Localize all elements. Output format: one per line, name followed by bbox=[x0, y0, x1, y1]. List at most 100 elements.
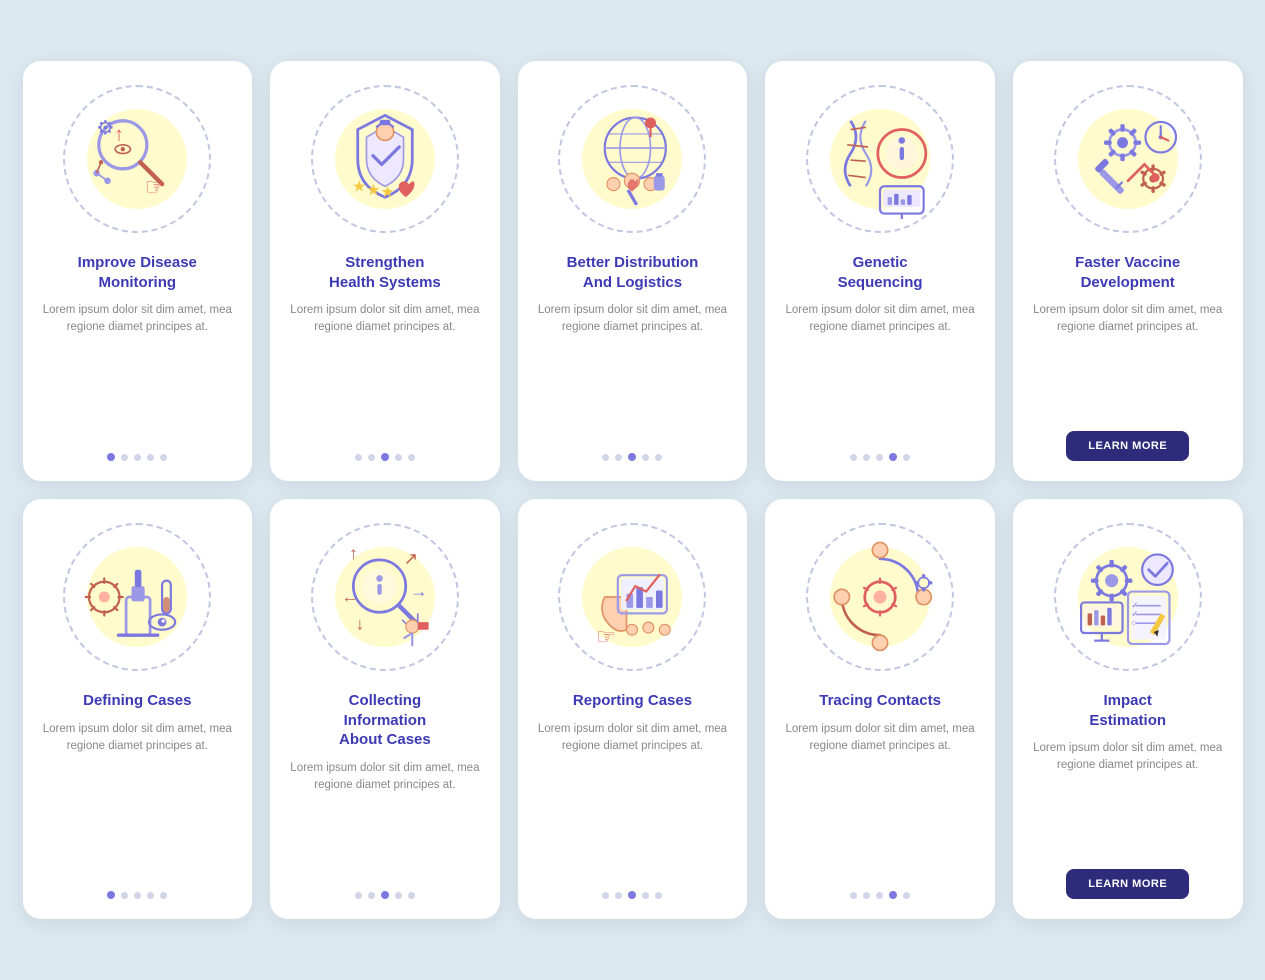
card-strengthen-health: ★ ★ ★ StrengthenHealth Systems Lorem ips… bbox=[270, 61, 500, 481]
svg-text:↑: ↑ bbox=[114, 123, 124, 145]
card-dots bbox=[602, 453, 662, 461]
card-body-improve-disease: Lorem ipsum dolor sit dim amet, mea regi… bbox=[39, 302, 237, 439]
dot-4 bbox=[903, 892, 910, 899]
card-reporting-cases: ☞ Reporting Cases Lorem ipsum dolor sit … bbox=[518, 499, 748, 919]
dot-0 bbox=[602, 892, 609, 899]
card-icon-strengthen-health: ★ ★ ★ bbox=[325, 99, 445, 219]
card-faster-vaccine: Faster VaccineDevelopment Lorem ipsum do… bbox=[1013, 61, 1243, 481]
dot-1 bbox=[121, 892, 128, 899]
svg-text:↓: ↓ bbox=[355, 614, 364, 634]
dot-4 bbox=[903, 454, 910, 461]
card-grid: ↑ ☞ Improve DiseaseMonitoring Lorem ipsu… bbox=[23, 61, 1243, 919]
card-icon-area: ↑ ↗ → ↘ ↓ ← bbox=[305, 517, 465, 677]
card-tracing-contacts: Tracing Contacts Lorem ipsum dolor sit d… bbox=[765, 499, 995, 919]
dot-2 bbox=[381, 453, 389, 461]
dot-2 bbox=[381, 891, 389, 899]
card-title-genetic-sequencing: GeneticSequencing bbox=[838, 253, 923, 292]
card-impact-estimation: ✓ ✓ ○ ImpactEstimation Lorem ipsum dolor… bbox=[1013, 499, 1243, 919]
svg-text:↑: ↑ bbox=[349, 543, 358, 563]
svg-text:★: ★ bbox=[352, 179, 366, 196]
learn-more-button[interactable]: LEARN MORE bbox=[1066, 869, 1189, 899]
svg-text:←: ← bbox=[341, 586, 358, 606]
card-icon-tracing-contacts bbox=[820, 537, 940, 657]
card-title-improve-disease: Improve DiseaseMonitoring bbox=[78, 253, 197, 292]
dot-3 bbox=[147, 454, 154, 461]
dot-4 bbox=[655, 454, 662, 461]
card-icon-area bbox=[800, 517, 960, 677]
dot-3 bbox=[395, 892, 402, 899]
card-title-defining-cases: Defining Cases bbox=[83, 691, 191, 711]
dot-4 bbox=[408, 892, 415, 899]
svg-text:★: ★ bbox=[366, 182, 380, 199]
dot-0 bbox=[355, 454, 362, 461]
card-title-faster-vaccine: Faster VaccineDevelopment bbox=[1075, 253, 1180, 292]
card-icon-area bbox=[57, 517, 217, 677]
card-body-better-distribution: Lorem ipsum dolor sit dim amet, mea regi… bbox=[534, 302, 732, 439]
card-dots bbox=[355, 891, 415, 899]
card-icon-collecting-info: ↑ ↗ → ↘ ↓ ← bbox=[325, 537, 445, 657]
card-dots bbox=[107, 453, 167, 461]
dot-4 bbox=[160, 892, 167, 899]
card-body-genetic-sequencing: Lorem ipsum dolor sit dim amet, mea regi… bbox=[781, 302, 979, 439]
card-dots bbox=[602, 891, 662, 899]
card-icon-area: ★ ★ ★ bbox=[305, 79, 465, 239]
card-title-tracing-contacts: Tracing Contacts bbox=[819, 691, 941, 711]
dot-1 bbox=[615, 454, 622, 461]
dot-1 bbox=[863, 454, 870, 461]
learn-more-button[interactable]: LEARN MORE bbox=[1066, 431, 1189, 461]
card-body-strengthen-health: Lorem ipsum dolor sit dim amet, mea regi… bbox=[286, 302, 484, 439]
dot-0 bbox=[850, 892, 857, 899]
dot-4 bbox=[408, 454, 415, 461]
dot-0 bbox=[107, 891, 115, 899]
dot-3 bbox=[642, 892, 649, 899]
card-dots bbox=[850, 891, 910, 899]
dot-3 bbox=[642, 454, 649, 461]
dot-0 bbox=[602, 454, 609, 461]
dot-4 bbox=[160, 454, 167, 461]
card-dots bbox=[355, 453, 415, 461]
card-body-collecting-info: Lorem ipsum dolor sit dim amet, mea regi… bbox=[286, 760, 484, 878]
card-icon-area: ✓ ✓ ○ bbox=[1048, 517, 1208, 677]
card-icon-area: ↑ ☞ bbox=[57, 79, 217, 239]
dot-2 bbox=[628, 453, 636, 461]
card-dots bbox=[107, 891, 167, 899]
dot-0 bbox=[850, 454, 857, 461]
svg-text:☞: ☞ bbox=[596, 624, 616, 649]
dot-2 bbox=[876, 892, 883, 899]
card-defining-cases: Defining Cases Lorem ipsum dolor sit dim… bbox=[23, 499, 253, 919]
dot-1 bbox=[368, 454, 375, 461]
card-icon-improve-disease: ↑ ☞ bbox=[77, 99, 197, 219]
svg-text:★: ★ bbox=[381, 184, 395, 201]
card-collecting-info: ↑ ↗ → ↘ ↓ ← CollectingInformationAbout C… bbox=[270, 499, 500, 919]
card-icon-reporting-cases: ☞ bbox=[572, 537, 692, 657]
dot-1 bbox=[368, 892, 375, 899]
card-body-impact-estimation: Lorem ipsum dolor sit dim amet, mea regi… bbox=[1029, 740, 1227, 857]
card-icon-area bbox=[800, 79, 960, 239]
card-icon-defining-cases bbox=[77, 537, 197, 657]
dot-2 bbox=[876, 454, 883, 461]
card-icon-faster-vaccine bbox=[1068, 99, 1188, 219]
card-title-collecting-info: CollectingInformationAbout Cases bbox=[339, 691, 431, 750]
dot-1 bbox=[863, 892, 870, 899]
dot-2 bbox=[628, 891, 636, 899]
dot-3 bbox=[889, 453, 897, 461]
card-title-strengthen-health: StrengthenHealth Systems bbox=[329, 253, 441, 292]
card-icon-area: ☞ bbox=[552, 517, 712, 677]
card-dots bbox=[850, 453, 910, 461]
card-body-defining-cases: Lorem ipsum dolor sit dim amet, mea regi… bbox=[39, 721, 237, 878]
dot-3 bbox=[147, 892, 154, 899]
dot-1 bbox=[121, 454, 128, 461]
svg-text:○: ○ bbox=[1131, 617, 1136, 627]
card-icon-impact-estimation: ✓ ✓ ○ bbox=[1068, 537, 1188, 657]
card-body-tracing-contacts: Lorem ipsum dolor sit dim amet, mea regi… bbox=[781, 721, 979, 878]
svg-text:→: → bbox=[410, 581, 427, 601]
card-title-reporting-cases: Reporting Cases bbox=[573, 691, 692, 711]
card-icon-area bbox=[552, 79, 712, 239]
dot-0 bbox=[107, 453, 115, 461]
card-title-impact-estimation: ImpactEstimation bbox=[1089, 691, 1166, 730]
card-body-faster-vaccine: Lorem ipsum dolor sit dim amet, mea regi… bbox=[1029, 302, 1227, 419]
card-icon-better-distribution bbox=[572, 99, 692, 219]
dot-4 bbox=[655, 892, 662, 899]
dot-2 bbox=[134, 892, 141, 899]
card-improve-disease: ↑ ☞ Improve DiseaseMonitoring Lorem ipsu… bbox=[23, 61, 253, 481]
